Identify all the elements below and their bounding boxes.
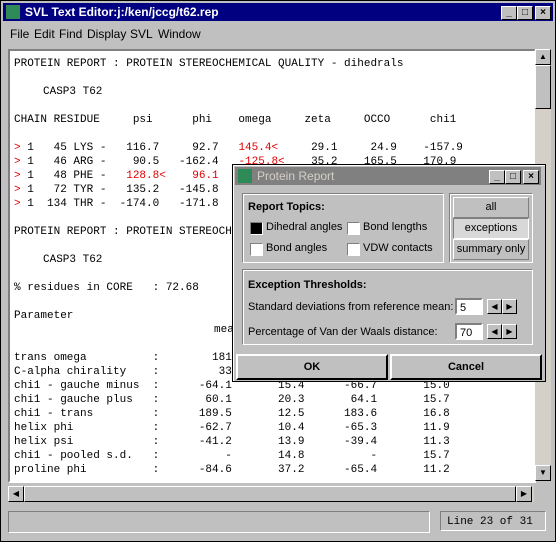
parameter-header: Parameter [14,310,74,322]
menu-bar: File Edit Find Display SVL Window [3,23,553,45]
bond-lengths-checkbox[interactable] [347,222,360,235]
menu-edit[interactable]: Edit [34,27,55,41]
table-row: > 1 45 LYS - 116.7 92.7 145.4< 29.1 24.9… [14,142,463,154]
title-bar[interactable]: SVL Text Editor:j:/ken/jccg/t62.rep _ □ … [3,3,553,21]
vdw-percentage-increase-icon[interactable]: ▶ [502,324,517,339]
scroll-down-icon[interactable]: ▼ [535,465,551,481]
minimize-icon[interactable]: _ [501,6,517,20]
menu-window[interactable]: Window [158,27,201,41]
param-row: chi1 - gauche plus : 60.1 20.3 64.1 15.7 [14,394,450,406]
dialog-app-icon [238,169,252,183]
cancel-button[interactable]: Cancel [390,354,542,380]
std-dev-decrease-icon[interactable]: ◀ [487,299,502,314]
param-row: proline phi : -84.6 37.2 -65.4 11.2 [14,464,450,476]
vdw-percentage-label: Percentage of Van der Waals distance: [248,326,438,338]
dialog-title: Protein Report [257,169,335,183]
param-row: C-alpha chirality : 33 [14,366,232,378]
status-message [8,511,430,533]
window-title: SVL Text Editor:j:/ken/jccg/t62.rep [25,5,219,19]
status-bar: Line 23 of 31 [8,511,548,535]
maximize-icon[interactable]: □ [517,6,533,20]
report-subtitle-2: CASP3 T62 [43,254,103,266]
table-row: > 1 48 PHE - 128.8< 96.1 [14,170,219,182]
horizontal-scroll-thumb[interactable] [24,486,516,502]
menu-file[interactable]: File [10,27,29,41]
dialog-title-bar[interactable]: Protein Report _ □ × [235,167,541,185]
std-dev-increase-icon[interactable]: ▶ [502,299,517,314]
menu-display[interactable]: Display [87,27,126,41]
vdw-percentage-input[interactable]: 70 [455,323,483,340]
vdw-contacts-checkbox[interactable] [347,243,360,256]
report-topics-panel: Report Topics: Dihedral angles Bond leng… [242,193,444,263]
param-row: chi1 - gauche minus : -64.1 15.4 -66.7 1… [14,380,450,392]
column-header: CHAIN RESIDUE psi phi omega zeta OCCO ch… [14,114,457,126]
exception-thresholds-panel: Exception Thresholds: Standard deviation… [242,269,533,345]
exceptions-button[interactable]: exceptions [453,218,529,239]
close-icon[interactable]: × [535,6,551,20]
dihedral-angles-label: Dihedral angles [266,221,343,233]
menu-find[interactable]: Find [59,27,82,41]
report-subtitle: CASP3 T62 [43,86,103,98]
param-row: trans omega : 181 [14,352,232,364]
table-row: > 1 134 THR - -174.0 -171.8 [14,198,219,210]
dialog-close-icon[interactable]: × [523,170,539,184]
app-icon [6,5,20,19]
report-topics-label: Report Topics: [248,201,325,213]
dialog-minimize-icon[interactable]: _ [489,170,505,184]
bond-angles-label: Bond angles [266,242,328,254]
vdw-percentage-decrease-icon[interactable]: ◀ [487,324,502,339]
std-dev-label: Standard deviations from reference mean: [248,301,454,313]
scroll-left-icon[interactable]: ◀ [8,486,24,502]
bond-lengths-label: Bond lengths [363,221,428,233]
protein-report-dialog: Protein Report _ □ × Report Topics: Dihe… [232,164,546,382]
vdw-contacts-label: VDW contacts [363,242,433,254]
exception-thresholds-label: Exception Thresholds: [248,279,367,291]
summary-only-button[interactable]: summary only [453,239,529,260]
dihedral-angles-checkbox[interactable] [250,222,263,235]
param-row: helix psi : -41.2 13.9 -39.4 11.3 [14,436,450,448]
scroll-up-icon[interactable]: ▲ [535,49,551,65]
param-row: chi1 - trans : 189.5 12.5 183.6 16.8 [14,408,450,420]
dialog-maximize-icon[interactable]: □ [505,170,521,184]
table-row: > 1 72 TYR - 135.2 -145.8 [14,184,219,196]
scroll-right-icon[interactable]: ▶ [516,486,532,502]
param-row: chi1 - pooled s.d. : - 14.8 - 15.7 [14,450,450,462]
horizontal-scrollbar[interactable]: ◀ ▶ [8,486,534,502]
report-mode-panel: all exceptions summary only [449,193,533,263]
vertical-scroll-thumb[interactable] [535,65,551,109]
bond-angles-checkbox[interactable] [250,243,263,256]
core-percentage: % residues in CORE : 72.68 [14,282,199,294]
param-row: helix phi : -62.7 10.4 -65.3 11.9 [14,422,450,434]
report-heading: PROTEIN REPORT : PROTEIN STEREOCHEMICAL … [14,58,404,70]
ok-button[interactable]: OK [236,354,388,380]
all-button[interactable]: all [453,197,529,218]
menu-svl[interactable]: SVL [130,27,153,41]
std-dev-input[interactable]: 5 [455,298,483,315]
line-position: Line 23 of 31 [440,511,546,531]
